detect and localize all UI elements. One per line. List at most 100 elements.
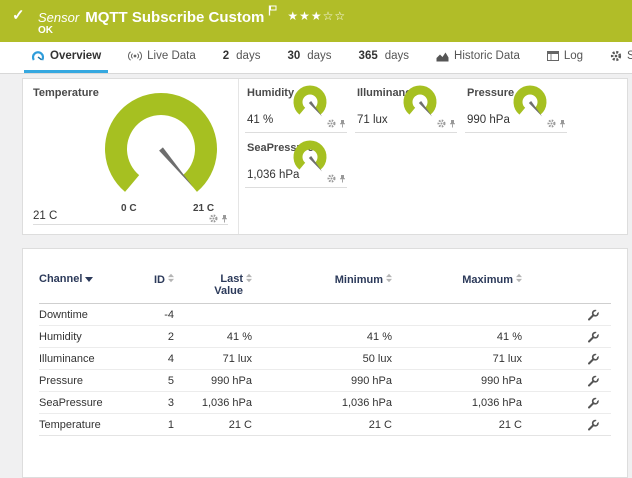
channel-maximum: 1,036 hPa — [392, 397, 522, 409]
tab-historic-data[interactable]: Historic Data — [429, 42, 527, 73]
gauges-panel: Temperature 0 C 21 C 21 C Humidity 41 % — [22, 78, 628, 235]
gauge-label: Humidity — [247, 87, 294, 99]
gauge-value: 990 hPa — [467, 114, 510, 126]
channel-last-value: 21 C — [174, 419, 252, 431]
gear-icon — [610, 50, 622, 62]
gauge-value: 41 % — [247, 114, 273, 126]
edit-channel-wrench-icon[interactable] — [587, 397, 599, 409]
sensor-status-bar: ✓ Sensor MQTT Subscribe Custom ★★★☆☆ OK — [0, 0, 632, 42]
gauge-value: 21 C — [33, 210, 57, 222]
pressure-gauge — [509, 85, 551, 125]
tab-log[interactable]: Log — [540, 42, 590, 73]
column-header-last-value[interactable]: Last Value — [174, 273, 252, 297]
illuminance-gauge — [399, 85, 441, 125]
gauge-label: Pressure — [467, 87, 514, 99]
favorite-flag-icon[interactable] — [268, 5, 277, 16]
edit-channel-wrench-icon[interactable] — [587, 331, 599, 343]
sensor-title: MQTT Subscribe Custom — [85, 9, 264, 26]
channel-maximum: 71 lux — [392, 353, 522, 365]
tab-30-days[interactable]: 30days — [280, 42, 338, 73]
live-signal-icon — [128, 51, 142, 61]
column-header-minimum[interactable]: Minimum — [252, 273, 392, 297]
table-row[interactable]: Humidity 2 41 % 41 % 41 % — [39, 326, 611, 348]
priority-stars[interactable]: ★★★☆☆ — [287, 9, 346, 23]
tab-settings[interactable]: Settings — [603, 42, 632, 73]
channel-id: 5 — [139, 375, 174, 387]
table-row[interactable]: Illuminance 4 71 lux 50 lux 71 lux — [39, 348, 611, 370]
channel-name: Pressure — [39, 375, 139, 387]
gauge-tile-pressure: Pressure 990 hPa — [465, 83, 567, 133]
pin-icon[interactable] — [339, 120, 346, 128]
channel-name: Illuminance — [39, 353, 139, 365]
pin-icon[interactable] — [339, 175, 346, 183]
gauge-tile-humidity: Humidity 41 % — [245, 83, 347, 133]
column-header-id[interactable]: ID — [139, 273, 174, 297]
tab-365-days[interactable]: 365days — [352, 42, 416, 73]
channel-gear-icon[interactable] — [327, 174, 336, 183]
table-row[interactable]: Temperature 1 21 C 21 C 21 C — [39, 414, 611, 436]
channel-last-value: 990 hPa — [174, 375, 252, 387]
pin-icon[interactable] — [221, 215, 228, 223]
channel-maximum: 41 % — [392, 331, 522, 343]
log-table-icon — [547, 51, 559, 61]
channel-name: Humidity — [39, 331, 139, 343]
pin-icon[interactable] — [449, 120, 456, 128]
edit-channel-wrench-icon[interactable] — [587, 309, 599, 321]
sort-desc-icon — [85, 277, 93, 282]
channel-id: 4 — [139, 353, 174, 365]
channel-gear-icon[interactable] — [437, 119, 446, 128]
channel-id: 3 — [139, 397, 174, 409]
gauge-scale-max: 21 C — [193, 203, 214, 214]
pin-icon[interactable] — [559, 120, 566, 128]
gauge-tile-illuminance: Illuminance 71 lux — [355, 83, 457, 133]
edit-channel-wrench-icon[interactable] — [587, 375, 599, 387]
channel-gear-icon[interactable] — [547, 119, 556, 128]
channel-last-value: 41 % — [174, 331, 252, 343]
stars-empty-icon: ☆☆ — [323, 9, 347, 23]
channel-id: -4 — [139, 309, 174, 321]
table-row[interactable]: Downtime -4 — [39, 304, 611, 326]
channel-minimum: 21 C — [252, 419, 392, 431]
gauge-tile-seapressure: SeaPressure 1,036 hPa — [245, 138, 347, 188]
table-header-row: Channel ID Last Value Minimum Maximum — [39, 273, 611, 304]
gauge-tile-temperature: Temperature 0 C 21 C 21 C — [23, 79, 239, 234]
tab-2-days[interactable]: 2days — [216, 42, 268, 73]
column-header-channel[interactable]: Channel — [39, 273, 139, 297]
channel-minimum: 50 lux — [252, 353, 392, 365]
channel-gear-icon[interactable] — [327, 119, 336, 128]
column-header-maximum[interactable]: Maximum — [392, 273, 522, 297]
channel-minimum: 1,036 hPa — [252, 397, 392, 409]
channel-name: Downtime — [39, 309, 139, 321]
tab-bar: Overview Live Data 2days 30days 365days … — [0, 42, 632, 74]
channel-last-value: 1,036 hPa — [174, 397, 252, 409]
table-row[interactable]: Pressure 5 990 hPa 990 hPa 990 hPa — [39, 370, 611, 392]
historic-chart-icon — [436, 51, 449, 62]
status-check-icon: ✓ — [12, 6, 25, 24]
channel-id: 2 — [139, 331, 174, 343]
channel-maximum: 21 C — [392, 419, 522, 431]
gauge-scale-min: 0 C — [121, 203, 137, 214]
edit-channel-wrench-icon[interactable] — [587, 353, 599, 365]
table-row[interactable]: SeaPressure 3 1,036 hPa 1,036 hPa 1,036 … — [39, 392, 611, 414]
channel-name: Temperature — [39, 419, 139, 431]
channel-minimum: 990 hPa — [252, 375, 392, 387]
channel-last-value: 71 lux — [174, 353, 252, 365]
channel-maximum: 990 hPa — [392, 375, 522, 387]
gauge-value: 71 lux — [357, 114, 388, 126]
gauge-icon — [31, 50, 45, 62]
small-gauges-grid: Humidity 41 % Illuminance 71 lux — [245, 83, 567, 188]
stars-filled-icon: ★★★ — [287, 9, 322, 23]
sensor-status-text: OK — [38, 25, 53, 36]
divider — [33, 224, 228, 225]
object-kind-label: Sensor — [38, 10, 79, 25]
channel-id: 1 — [139, 419, 174, 431]
channel-gear-icon[interactable] — [209, 214, 218, 223]
gauge-value: 1,036 hPa — [247, 169, 299, 181]
tab-overview[interactable]: Overview — [24, 42, 108, 73]
channel-name: SeaPressure — [39, 397, 139, 409]
humidity-gauge — [289, 85, 331, 125]
temperature-gauge — [81, 91, 241, 209]
tab-live-data[interactable]: Live Data — [121, 42, 203, 73]
channel-minimum: 41 % — [252, 331, 392, 343]
edit-channel-wrench-icon[interactable] — [587, 419, 599, 431]
